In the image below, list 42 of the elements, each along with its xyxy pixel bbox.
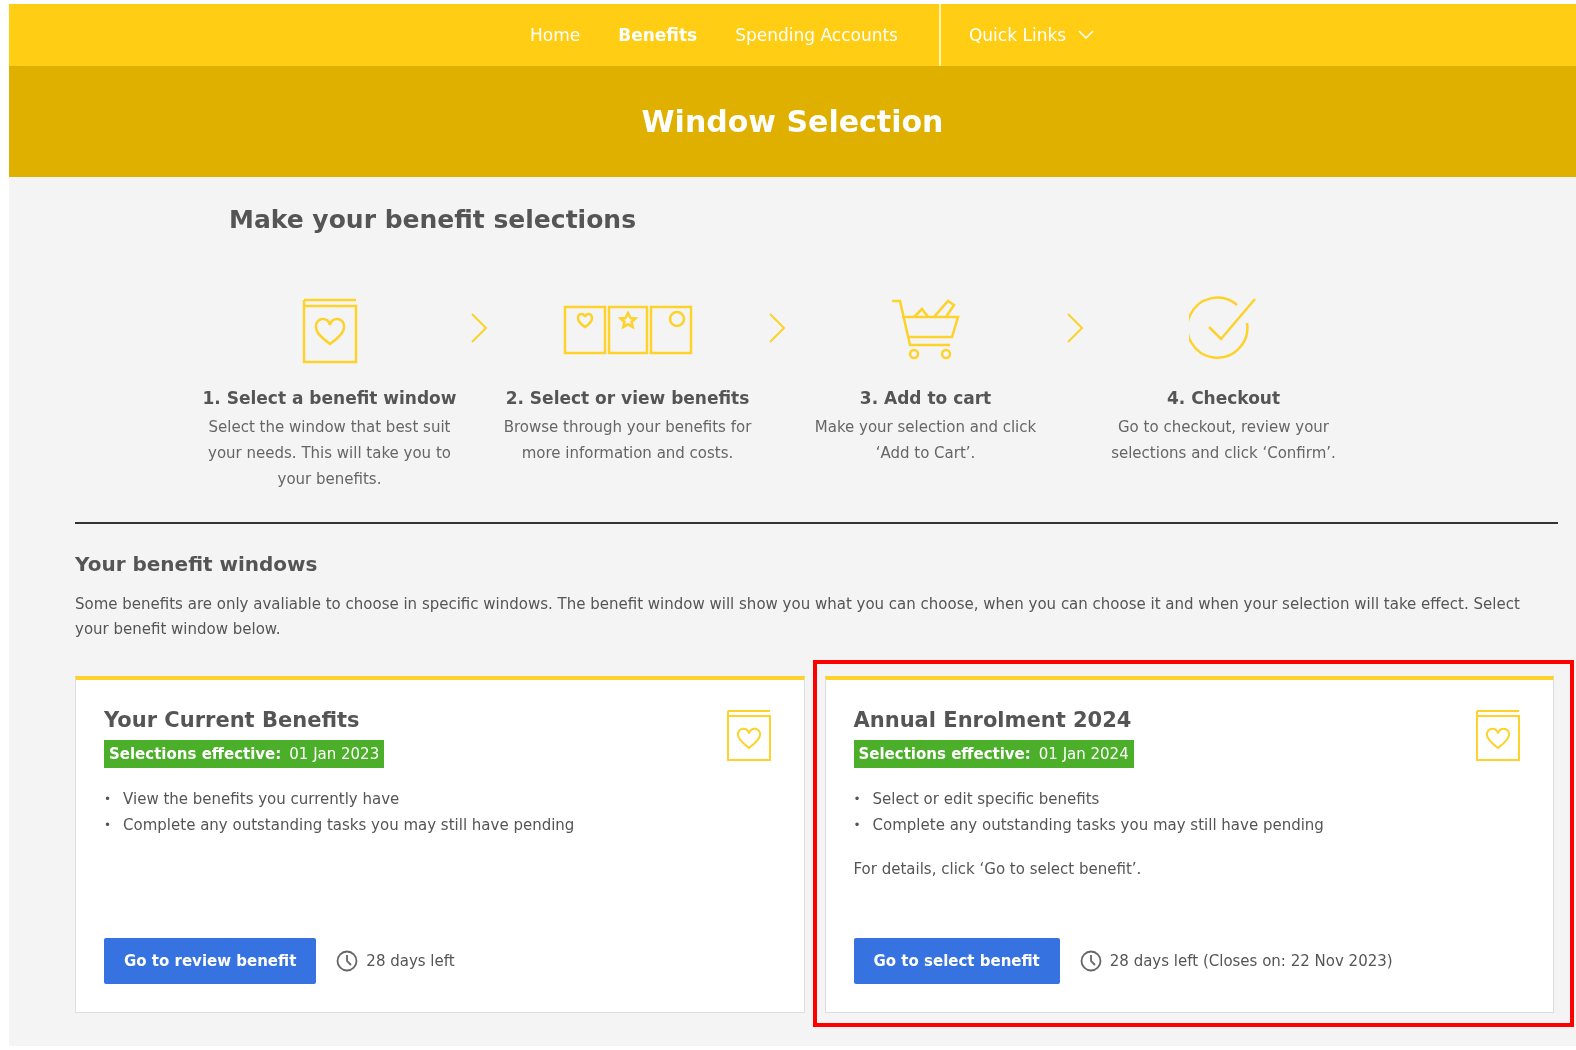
step-description: Select the window that best suit your needs. This will take you to your benefits. xyxy=(207,417,452,490)
bullet-marker: • xyxy=(104,817,112,834)
quick-links-menu[interactable]: Quick Links xyxy=(962,24,1101,46)
bullet-marker: • xyxy=(853,791,861,808)
page-title: Window Selection xyxy=(641,104,944,139)
step-description: Browse through your benefits for more information and costs. xyxy=(502,417,753,464)
clock-icon xyxy=(1079,950,1102,972)
chevron-right-icon xyxy=(468,312,489,344)
section-heading: Make your benefit selections xyxy=(228,204,637,234)
bullet-marker: • xyxy=(853,817,861,834)
cards-icon xyxy=(562,305,693,355)
nav-link[interactable]: Benefits xyxy=(599,25,717,45)
time-left-text: 28 days left (Closes on: 22 Nov 2023) xyxy=(1109,952,1393,970)
time-left-text: 28 days left xyxy=(366,952,455,970)
section-title: Your benefit windows xyxy=(75,552,319,576)
chevron-right-icon xyxy=(1064,312,1085,344)
chevron-right-icon xyxy=(766,312,787,344)
card-title: Annual Enrolment 2024 xyxy=(853,708,1133,732)
bullet-item: Complete any outstanding tasks you may still have pending xyxy=(123,815,575,836)
section-description: Some benefits are only avaliable to choose in specific windows. The benefit window will show you what you can choose, when you can choose it and when your selection will take effect. Select your benefit window below. xyxy=(75,594,1521,640)
chevron-down-icon xyxy=(1078,30,1095,40)
bullet-marker: • xyxy=(104,791,112,808)
step-description: Make your selection and click ‘Add to Cart’. xyxy=(813,417,1038,464)
go-to-benefit-button[interactable]: Go to select benefit xyxy=(853,938,1060,984)
bullet-item: Select or edit specific benefits xyxy=(872,789,1100,810)
card-title: Your Current Benefits xyxy=(104,708,361,732)
clock-icon xyxy=(336,950,359,972)
step-title: 1. Select a benefit window xyxy=(202,388,457,408)
step-title: 4. Checkout xyxy=(1166,388,1281,408)
book-heart-icon xyxy=(1475,708,1521,762)
nav-link[interactable]: Spending Accounts xyxy=(716,25,917,45)
effective-date-badge: Selections effective: 01 Jan 2023 xyxy=(104,740,385,768)
book-heart-icon xyxy=(725,708,772,762)
step-description: Go to checkout, review your selections and click ‘Confirm’. xyxy=(1110,417,1337,464)
step-title: 3. Add to cart xyxy=(859,388,992,408)
bullet-item: Complete any outstanding tasks you may still have pending xyxy=(872,815,1324,836)
go-to-benefit-button[interactable]: Go to review benefit xyxy=(104,938,317,984)
bullet-item: View the benefits you currently have xyxy=(123,789,400,810)
card-note: For details, click ‘Go to select benefit’. xyxy=(853,860,1143,878)
nav-link[interactable]: Home xyxy=(511,25,600,45)
step-title: 2. Select or view benefits xyxy=(505,388,750,408)
effective-date-badge: Selections effective: 01 Jan 2024 xyxy=(853,740,1134,768)
